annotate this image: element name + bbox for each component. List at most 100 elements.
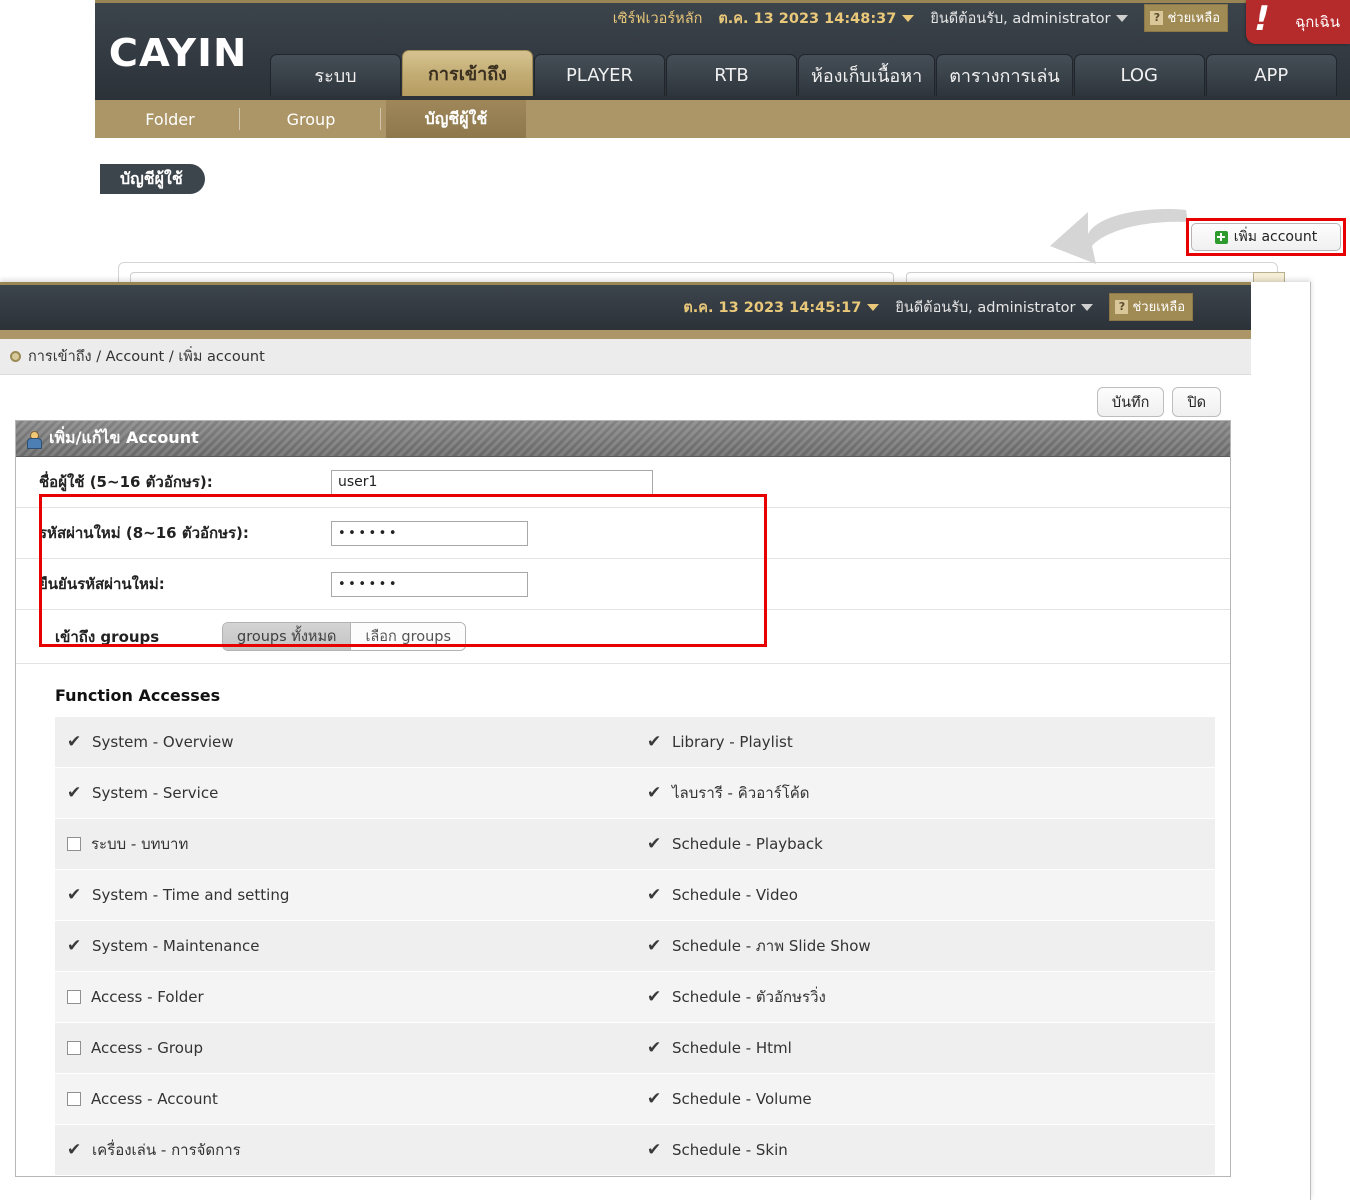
overlay-welcome-user[interactable]: ยินดีต้อนรับ, administrator — [895, 296, 1094, 319]
tab-rtb[interactable]: RTB — [666, 54, 797, 96]
overlay-gold-divider — [0, 330, 1251, 339]
panel-header: เพิ่ม/แก้ไข Account — [16, 421, 1230, 457]
function-access-label: System - Overview — [92, 733, 234, 751]
form-action-buttons: บันทึก ปิด — [1096, 387, 1221, 417]
function-access-item[interactable]: ✔ System - Service — [55, 768, 635, 819]
confirm-password-row: ยืนยันรหัสผ่านใหม่: •••••• — [16, 559, 1230, 610]
breadcrumb-bullet-icon — [10, 351, 21, 362]
check-icon: ✔ — [647, 1139, 662, 1160]
tab-app[interactable]: APP — [1205, 54, 1337, 96]
subtab-folder[interactable]: Folder — [100, 100, 240, 138]
emergency-button[interactable]: ! ฉุกเฉิน — [1246, 0, 1350, 44]
function-access-item[interactable]: ✔ System - Overview — [55, 717, 635, 768]
help-button[interactable]: ? ช่วยเหลือ — [1144, 4, 1228, 32]
question-mark-icon: ? — [1150, 10, 1164, 25]
function-access-label: Library - Playlist — [672, 733, 793, 751]
function-access-item[interactable]: ✔ Schedule - ภาพ Slide Show — [635, 921, 1215, 972]
function-access-item[interactable]: ✔ System - Maintenance — [55, 921, 635, 972]
function-access-item[interactable]: ✔ Schedule - Volume — [635, 1074, 1215, 1125]
function-access-item[interactable]: ✔ Schedule - ตัวอักษรวิ่ง — [635, 972, 1215, 1023]
account-form-panel: เพิ่ม/แก้ไข Account ชื่อผู้ใช้ (5~16 ตัว… — [15, 420, 1231, 1177]
chevron-down-icon — [1116, 15, 1129, 22]
checkbox-unchecked-icon[interactable] — [67, 837, 81, 851]
question-mark-icon: ? — [1115, 299, 1129, 314]
check-icon: ✔ — [647, 986, 662, 1007]
checkbox-unchecked-icon[interactable] — [67, 1092, 81, 1106]
top-gold-line — [95, 0, 1350, 3]
chevron-down-icon — [867, 304, 880, 311]
add-account-button[interactable]: เพิ่ม account — [1191, 223, 1341, 251]
add-account-highlight: เพิ่ม account — [1186, 218, 1346, 256]
tab-access[interactable]: การเข้าถึง — [402, 50, 533, 96]
function-access-item[interactable]: ✔ Schedule - Html — [635, 1023, 1215, 1074]
function-access-item[interactable]: ✔ เครื่องเล่น - การจัดการ — [55, 1125, 635, 1176]
overlay-help-button[interactable]: ? ช่วยเหลือ — [1109, 293, 1193, 321]
function-access-item[interactable]: ✔ Schedule - Playback — [635, 819, 1215, 870]
function-access-label: System - Maintenance — [92, 937, 260, 955]
checkbox-unchecked-icon[interactable] — [67, 990, 81, 1004]
user-icon — [26, 430, 42, 449]
groups-select-option[interactable]: เลือก groups — [351, 623, 466, 650]
datetime-display[interactable]: ต.ค. 13 2023 14:48:37 — [718, 7, 915, 30]
check-icon: ✔ — [647, 833, 662, 854]
username-row: ชื่อผู้ใช้ (5~16 ตัวอักษร): user1 — [16, 457, 1230, 508]
main-tabs: ระบบ การเข้าถึง PLAYER RTB ห้องเก็บเนื้อ… — [270, 50, 1338, 96]
tab-content-room[interactable]: ห้องเก็บเนื้อหา — [798, 54, 936, 96]
help-label: ช่วยเหลือ — [1167, 11, 1220, 26]
function-access-item[interactable]: ✔ System - Time and setting — [55, 870, 635, 921]
check-icon: ✔ — [647, 1037, 662, 1058]
check-icon: ✔ — [67, 884, 82, 905]
new-password-input[interactable]: •••••• — [331, 520, 528, 546]
breadcrumb: การเข้าถึง / Account / เพิ่ม account — [0, 339, 1251, 375]
breadcrumb-text: การเข้าถึง / Account / เพิ่ม account — [28, 349, 265, 365]
tab-log[interactable]: LOG — [1073, 54, 1205, 96]
function-access-label: Schedule - Html — [672, 1039, 792, 1057]
chevron-down-icon — [1081, 304, 1094, 311]
subtab-user-account[interactable]: บัญชีผู้ใช้ — [386, 100, 526, 138]
overlay-status-bar: ต.ค. 13 2023 14:45:17 ยินดีต้อนรับ, admi… — [683, 293, 1193, 321]
overlay-scroll-zone — [1251, 282, 1310, 1200]
subtab-group[interactable]: Group — [241, 100, 381, 138]
function-access-item[interactable]: ✔ Schedule - Video — [635, 870, 1215, 921]
function-access-label: Access - Folder — [91, 988, 204, 1006]
emergency-label: ฉุกเฉิน — [1295, 13, 1340, 31]
function-accesses-right-column: ✔ Library - Playlist ✔ ไลบรารี - คิวอาร์โค… — [635, 717, 1215, 1176]
check-icon: ✔ — [67, 731, 82, 752]
overlay-datetime[interactable]: ต.ค. 13 2023 14:45:17 — [683, 296, 880, 319]
function-access-label: Schedule - Playback — [672, 835, 823, 853]
function-access-label: ไลบรารี - คิวอาร์โค้ด — [672, 784, 810, 802]
add-account-overlay-window: ต.ค. 13 2023 14:45:17 ยินดีต้อนรับ, admi… — [0, 282, 1311, 1200]
function-access-item[interactable]: Access - Folder — [55, 972, 635, 1023]
function-access-item[interactable]: ✔ Library - Playlist — [635, 717, 1215, 768]
access-groups-row: เข้าถึง groups groups ทั้งหมด เลือก grou… — [16, 610, 1230, 664]
tab-playlist-schedule[interactable]: ตารางการเล่น — [936, 54, 1073, 96]
function-access-item[interactable]: ✔ ไลบรารี - คิวอาร์โค้ด — [635, 768, 1215, 819]
plus-icon — [1214, 230, 1228, 244]
check-icon: ✔ — [67, 1139, 82, 1160]
page-title: บัญชีผู้ใช้ — [100, 164, 205, 194]
save-button[interactable]: บันทึก — [1096, 387, 1165, 417]
overlay-help-label: ช่วยเหลือ — [1132, 300, 1185, 315]
welcome-user[interactable]: ยินดีต้อนรับ, administrator — [930, 7, 1129, 30]
overlay-body: บันทึก ปิด เพิ่ม/แก้ไข Account ชื่อผู้ใช… — [0, 375, 1251, 1200]
confirm-password-input[interactable]: •••••• — [331, 571, 528, 597]
confirm-password-label: ยืนยันรหัสผ่านใหม่: — [39, 575, 165, 593]
groups-all-option[interactable]: groups ทั้งหมด — [223, 623, 352, 650]
tab-player[interactable]: PLAYER — [534, 54, 665, 96]
function-access-label: System - Time and setting — [92, 886, 290, 904]
function-access-item[interactable]: Access - Group — [55, 1023, 635, 1074]
function-access-label: System - Service — [92, 784, 219, 802]
checkbox-unchecked-icon[interactable] — [67, 1041, 81, 1055]
function-access-item[interactable]: ✔ Schedule - Skin — [635, 1125, 1215, 1176]
function-access-item[interactable]: ระบบ - บทบาท — [55, 819, 635, 870]
function-access-label: Schedule - Video — [672, 886, 798, 904]
new-password-label: รหัสผ่านใหม่ (8~16 ตัวอักษร): — [39, 524, 249, 542]
function-accesses-left-column: ✔ System - Overview ✔ System - Service ระบ… — [55, 717, 635, 1176]
check-icon: ✔ — [647, 1088, 662, 1109]
username-input[interactable]: user1 — [331, 469, 653, 495]
close-button[interactable]: ปิด — [1172, 387, 1221, 417]
function-access-item[interactable]: Access - Account — [55, 1074, 635, 1125]
exclamation-icon: ! — [1249, 0, 1274, 39]
check-icon: ✔ — [647, 782, 662, 803]
tab-system[interactable]: ระบบ — [270, 54, 401, 96]
